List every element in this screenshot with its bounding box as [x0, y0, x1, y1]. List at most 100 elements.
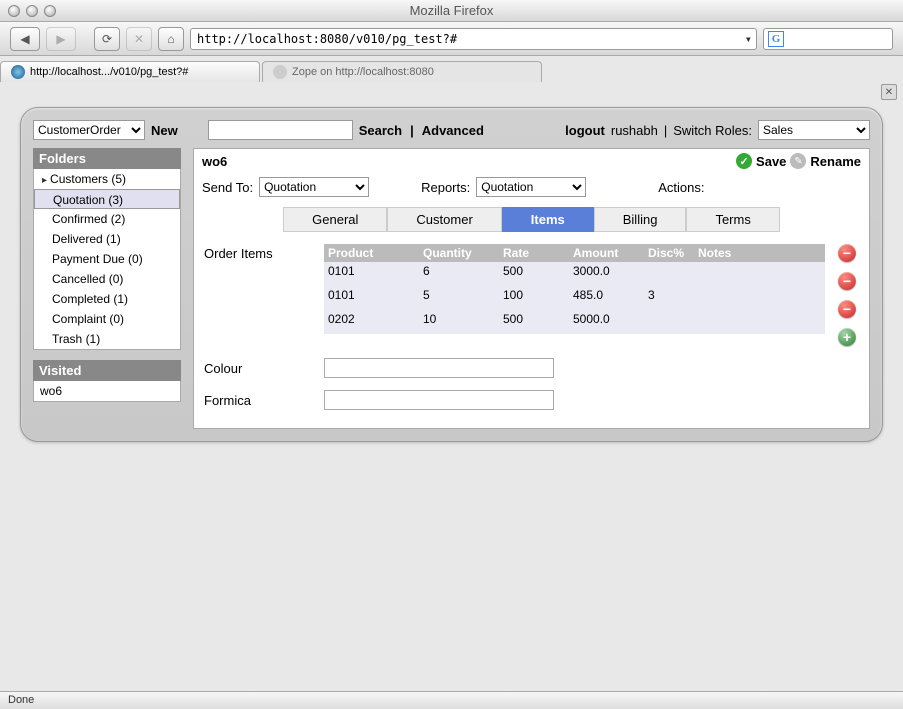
record-tabs: GeneralCustomerItemsBillingTerms [194, 207, 869, 238]
folder-item[interactable]: Completed (1) [34, 289, 180, 309]
close-window-button[interactable] [8, 5, 20, 17]
actions-label: Actions: [658, 180, 704, 195]
url-bar[interactable]: http://localhost:8080/v010/pg_test?# ▾ [190, 28, 757, 50]
cell-notes [694, 310, 825, 328]
record-title: wo6 [202, 154, 227, 169]
browser-tab-label: http://localhost.../v010/pg_test?# [30, 66, 188, 78]
check-icon: ✓ [736, 153, 752, 169]
colour-input[interactable] [324, 358, 554, 378]
browser-tab-active[interactable]: http://localhost.../v010/pg_test?# [0, 61, 260, 82]
tab-billing[interactable]: Billing [594, 207, 687, 232]
folder-item[interactable]: Trash (1) [34, 329, 180, 349]
col-rate: Rate [499, 244, 569, 262]
cell-amount: 5000.0 [569, 310, 644, 328]
table-header: Product Quantity Rate Amount Disc% Notes [324, 244, 825, 262]
send-to-label: Send To: [202, 180, 253, 195]
page-content: CustomerOrder New Search | Advanced logo… [0, 82, 903, 682]
cell-rate: 500 [499, 262, 569, 280]
new-link[interactable]: New [151, 123, 178, 138]
tab-customer[interactable]: Customer [387, 207, 501, 232]
cell-quantity: 10 [419, 310, 499, 328]
status-bar: Done [0, 691, 903, 709]
col-quantity: Quantity [419, 244, 499, 262]
tab-general[interactable]: General [283, 207, 387, 232]
browser-search-box[interactable]: G [763, 28, 893, 50]
formica-input[interactable] [324, 390, 554, 410]
table-row[interactable]: 0202105005000.0 [324, 310, 825, 334]
home-button[interactable]: ⌂ [158, 27, 184, 51]
cell-disc: 3 [644, 286, 694, 304]
add-row-button[interactable]: + [838, 328, 856, 346]
globe-icon [11, 65, 25, 79]
folder-item[interactable]: Confirmed (2) [34, 209, 180, 229]
search-link[interactable]: Search [359, 123, 402, 138]
delete-row-button[interactable]: − [838, 272, 856, 290]
visited-header: Visited [33, 360, 181, 381]
col-notes: Notes [694, 244, 825, 262]
top-controls-row: CustomerOrder New Search | Advanced logo… [33, 120, 870, 140]
visited-list: wo6 [33, 381, 181, 402]
col-amount: Amount [569, 244, 644, 262]
table-row[interactable]: 010165003000.0 [324, 262, 825, 286]
colour-field-row: Colour [194, 352, 869, 384]
advanced-link[interactable]: Advanced [422, 123, 484, 138]
folder-item[interactable]: Cancelled (0) [34, 269, 180, 289]
forward-button[interactable]: ▶ [46, 27, 76, 51]
folder-item[interactable]: Payment Due (0) [34, 249, 180, 269]
folders-header: Folders [33, 148, 181, 169]
zoom-window-button[interactable] [44, 5, 56, 17]
window-titlebar: Mozilla Firefox [0, 0, 903, 22]
minimize-window-button[interactable] [26, 5, 38, 17]
reload-button[interactable]: ⟳ [94, 27, 120, 51]
order-items-section: Order Items Product Quantity Rate Amount… [194, 238, 869, 352]
order-items-table: Product Quantity Rate Amount Disc% Notes… [324, 244, 825, 334]
zope-icon [273, 65, 287, 79]
browser-toolbar: ◀ ▶ ⟳ ✕ ⌂ http://localhost:8080/v010/pg_… [0, 22, 903, 56]
folder-item[interactable]: Complaint (0) [34, 309, 180, 329]
doctype-select[interactable]: CustomerOrder [33, 120, 145, 140]
row-actions: − − − + [835, 244, 859, 346]
cell-notes [694, 262, 825, 280]
browser-tab-label: Zope on http://localhost:8080 [292, 66, 434, 78]
sidebar: Folders Customers (5)Quotation (3)Confir… [33, 148, 181, 402]
reports-select[interactable]: Quotation [476, 177, 586, 197]
stop-button[interactable]: ✕ [126, 27, 152, 51]
colour-label: Colour [204, 361, 314, 376]
folder-list: Customers (5)Quotation (3)Confirmed (2)D… [33, 169, 181, 350]
order-items-label: Order Items [204, 244, 314, 261]
record-controls: Send To: Quotation Reports: Quotation Ac… [194, 173, 869, 207]
url-text: http://localhost:8080/v010/pg_test?# [197, 32, 457, 46]
status-text: Done [8, 694, 34, 706]
pipe-separator: | [664, 123, 667, 138]
folder-item[interactable]: Customers (5) [34, 169, 180, 189]
switch-roles-label: Switch Roles: [673, 123, 752, 138]
cell-disc [644, 310, 694, 328]
url-dropdown-icon[interactable]: ▾ [745, 32, 752, 46]
cell-product: 0101 [324, 262, 419, 280]
visited-item[interactable]: wo6 [40, 384, 174, 398]
send-to-select[interactable]: Quotation [259, 177, 369, 197]
save-button[interactable]: Save [756, 154, 786, 169]
rename-button[interactable]: Rename [810, 154, 861, 169]
back-button[interactable]: ◀ [10, 27, 40, 51]
delete-row-button[interactable]: − [838, 244, 856, 262]
logout-link[interactable]: logout [565, 123, 605, 138]
cell-amount: 3000.0 [569, 262, 644, 280]
browser-tab-inactive[interactable]: Zope on http://localhost:8080 [262, 61, 542, 82]
folder-item[interactable]: Delivered (1) [34, 229, 180, 249]
table-row[interactable]: 01015100485.03 [324, 286, 825, 310]
col-product: Product [324, 244, 419, 262]
delete-row-button[interactable]: − [838, 300, 856, 318]
formica-field-row: Formica [194, 384, 869, 416]
col-disc: Disc% [644, 244, 694, 262]
close-tab-button[interactable]: ✕ [881, 84, 897, 100]
rename-icon: ✎ [790, 153, 806, 169]
search-input[interactable] [208, 120, 353, 140]
tab-terms[interactable]: Terms [686, 207, 779, 232]
folder-item[interactable]: Quotation (3) [34, 189, 180, 209]
tab-items[interactable]: Items [502, 207, 594, 232]
reports-label: Reports: [421, 180, 470, 195]
cell-disc [644, 262, 694, 280]
role-select[interactable]: Sales [758, 120, 870, 140]
cell-product: 0101 [324, 286, 419, 304]
